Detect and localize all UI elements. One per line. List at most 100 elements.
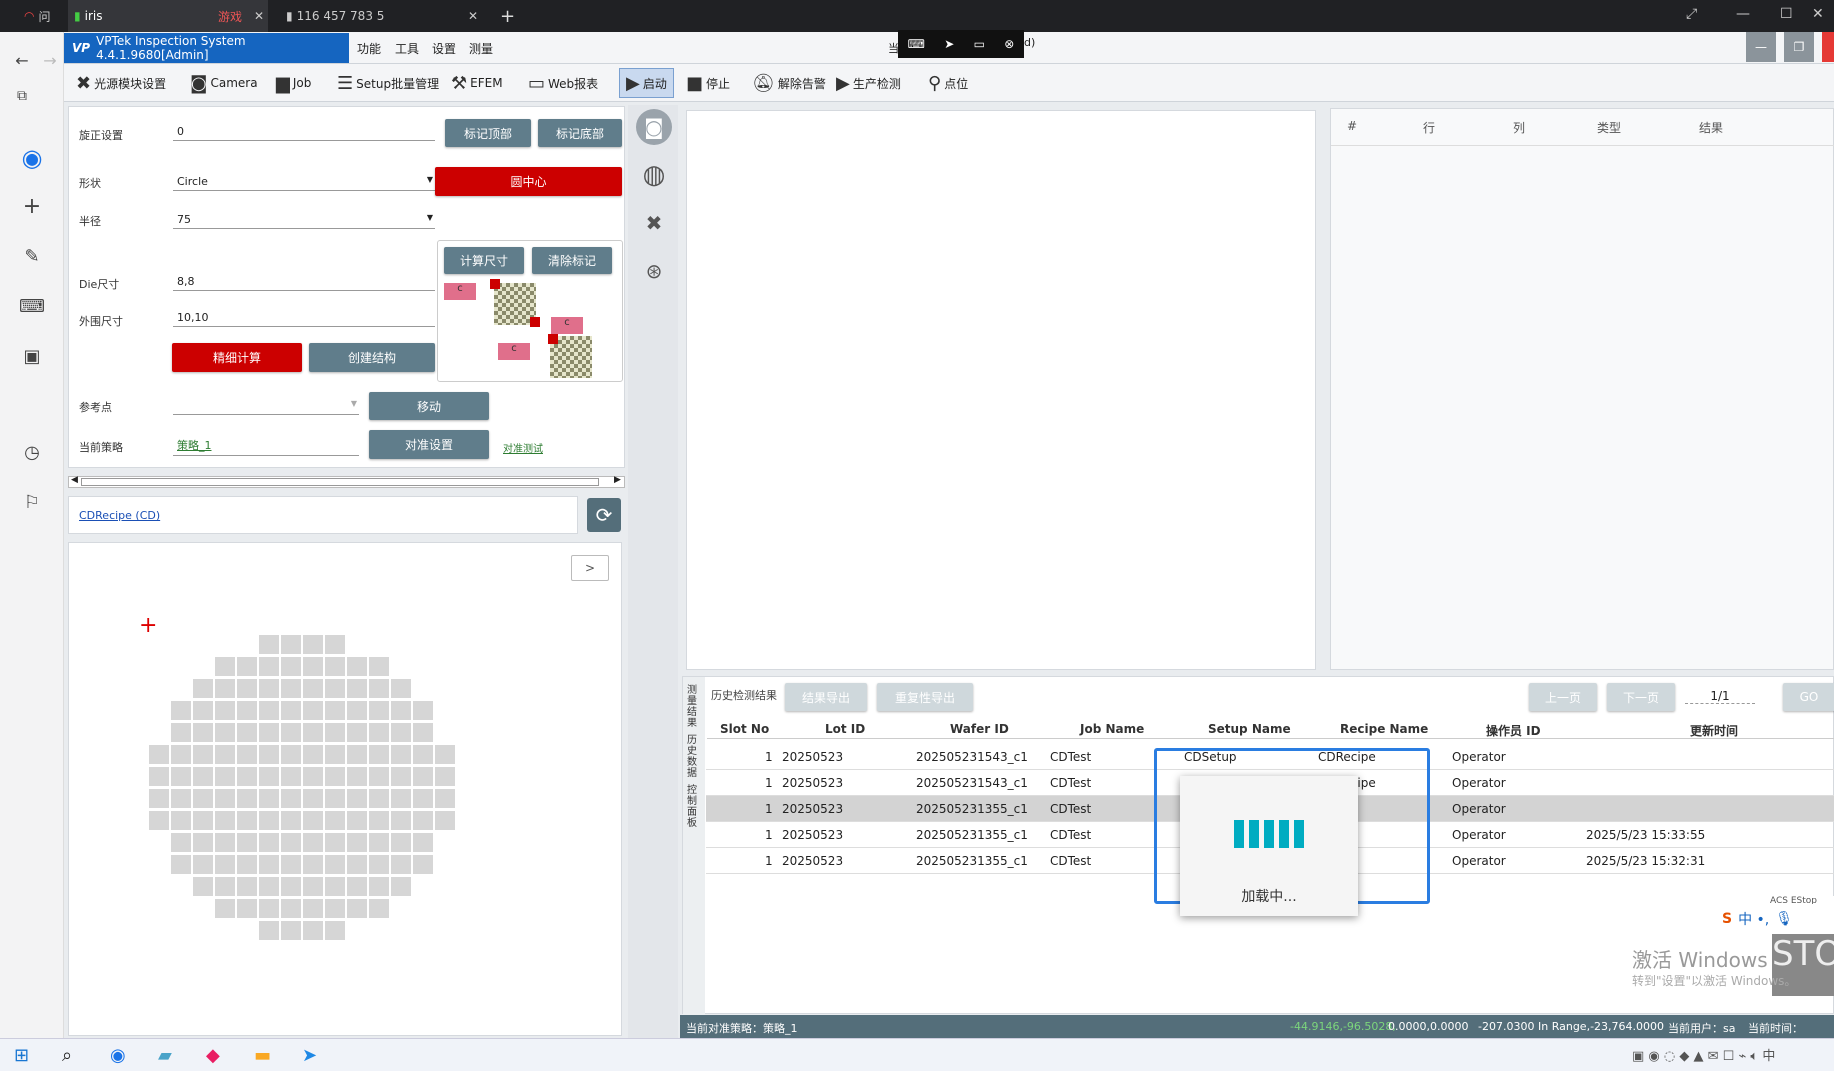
circle-center-button[interactable]: 圆中心 bbox=[435, 167, 622, 196]
browser-app-icon[interactable]: ◉ bbox=[110, 1045, 126, 1066]
move-button[interactable]: 移动 bbox=[369, 392, 489, 420]
die-cell[interactable] bbox=[259, 635, 279, 654]
back-icon[interactable]: ← bbox=[8, 46, 36, 74]
die-cell[interactable] bbox=[413, 811, 433, 830]
align-test-link[interactable]: 对准测试 bbox=[503, 440, 543, 455]
ime-bar[interactable]: S中 •, 🎙︎ bbox=[1718, 904, 1834, 934]
die-cell[interactable] bbox=[369, 877, 389, 896]
die-cell[interactable] bbox=[171, 767, 191, 786]
die-cell[interactable] bbox=[435, 745, 455, 764]
clear-mark-button[interactable]: 清除标记 bbox=[532, 247, 612, 274]
die-cell[interactable] bbox=[193, 767, 213, 786]
die-cell[interactable] bbox=[347, 899, 367, 918]
point-button[interactable]: ⚲ 点位 bbox=[928, 68, 968, 98]
scrollbar-thumb[interactable] bbox=[81, 478, 599, 486]
die-cell[interactable] bbox=[171, 723, 191, 742]
die-cell[interactable] bbox=[237, 679, 257, 698]
die-cell[interactable] bbox=[303, 701, 323, 720]
die-cell[interactable] bbox=[413, 745, 433, 764]
notepad-app-icon[interactable]: ▰ bbox=[158, 1045, 172, 1066]
tab-control-panel[interactable]: 控制面板 bbox=[687, 785, 701, 829]
die-cell[interactable] bbox=[259, 745, 279, 764]
die-cell[interactable] bbox=[347, 767, 367, 786]
die-cell[interactable] bbox=[303, 833, 323, 852]
light-module-settings-button[interactable]: ✖ 光源模块设置 bbox=[76, 68, 166, 98]
die-cell[interactable] bbox=[303, 855, 323, 874]
calc-size-button[interactable]: 计算尺寸 bbox=[444, 247, 524, 274]
die-cell[interactable] bbox=[281, 745, 301, 764]
die-cell[interactable] bbox=[391, 855, 411, 874]
die-cell[interactable] bbox=[303, 657, 323, 676]
go-button[interactable]: GO bbox=[1783, 683, 1834, 711]
die-cell[interactable] bbox=[215, 833, 235, 852]
die-cell[interactable] bbox=[281, 657, 301, 676]
die-cell[interactable] bbox=[281, 877, 301, 896]
die-cell[interactable] bbox=[171, 789, 191, 808]
start-button[interactable]: ▶ 启动 bbox=[619, 68, 674, 98]
die-cell[interactable] bbox=[193, 789, 213, 808]
production-inspect-button[interactable]: ▶ 生产检测 bbox=[836, 68, 901, 98]
forward-icon[interactable]: → bbox=[36, 46, 64, 74]
menu-tools[interactable]: 工具 bbox=[395, 40, 419, 57]
screen-icon[interactable]: ▭ bbox=[974, 37, 985, 51]
mark-top-button[interactable]: 标记顶部 bbox=[445, 119, 531, 147]
app-restore-button[interactable]: ❐ bbox=[1784, 32, 1814, 62]
die-cell[interactable] bbox=[215, 745, 235, 764]
die-cell[interactable] bbox=[325, 723, 345, 742]
die-cell[interactable] bbox=[325, 789, 345, 808]
die-cell[interactable] bbox=[435, 789, 455, 808]
die-cell[interactable] bbox=[391, 745, 411, 764]
browser-tab[interactable]: ▮ 116 457 783 5 ✕ bbox=[282, 0, 482, 32]
die-cell[interactable] bbox=[237, 657, 257, 676]
radius-select[interactable]: 75 ▼ bbox=[173, 211, 435, 229]
tab-history-data[interactable]: 历史数据 bbox=[687, 735, 701, 779]
system-tray[interactable]: ▣ ◉ ◌ ◆ ▲ ✉ ☐ ⌁ 🔈︎ 中 bbox=[1632, 1045, 1775, 1064]
folder-icon[interactable]: ▬ bbox=[254, 1045, 271, 1066]
minimize-icon[interactable]: — bbox=[1736, 6, 1750, 22]
horizontal-scrollbar[interactable]: ◀ ▶ bbox=[68, 475, 625, 488]
die-cell[interactable] bbox=[281, 767, 301, 786]
die-cell[interactable] bbox=[215, 701, 235, 720]
die-cell[interactable] bbox=[171, 745, 191, 764]
die-cell[interactable] bbox=[347, 811, 367, 830]
die-cell[interactable] bbox=[259, 833, 279, 852]
die-cell[interactable] bbox=[171, 811, 191, 830]
page-indicator[interactable]: 1/1 bbox=[1685, 689, 1755, 704]
keyboard-icon[interactable]: ⌨ bbox=[908, 37, 925, 51]
feishu-icon[interactable]: ➤ bbox=[302, 1045, 317, 1066]
assistant-icon[interactable]: ◉ bbox=[18, 144, 46, 172]
die-cell[interactable] bbox=[171, 701, 191, 720]
die-cell[interactable] bbox=[325, 921, 345, 940]
die-cell[interactable] bbox=[237, 789, 257, 808]
reference-point-select[interactable]: ▼ bbox=[173, 397, 359, 415]
menu-function[interactable]: 功能 bbox=[357, 40, 381, 57]
die-cell[interactable] bbox=[215, 877, 235, 896]
die-cell[interactable] bbox=[281, 701, 301, 720]
clear-alarm-button[interactable]: 🔕︎ 解除告警 bbox=[752, 68, 826, 98]
add-icon[interactable]: + bbox=[18, 192, 46, 220]
scroll-left-icon[interactable]: ◀ bbox=[71, 475, 78, 485]
new-tab-button[interactable]: + bbox=[500, 0, 515, 32]
die-cell[interactable] bbox=[347, 701, 367, 720]
die-cell[interactable] bbox=[259, 921, 279, 940]
die-cell[interactable] bbox=[391, 811, 411, 830]
die-cell[interactable] bbox=[325, 855, 345, 874]
die-cell[interactable] bbox=[281, 855, 301, 874]
die-cell[interactable] bbox=[303, 811, 323, 830]
fine-calc-button[interactable]: 精细计算 bbox=[172, 343, 302, 372]
die-cell[interactable] bbox=[215, 855, 235, 874]
die-cell[interactable] bbox=[325, 679, 345, 698]
die-cell[interactable] bbox=[369, 899, 389, 918]
die-cell[interactable] bbox=[281, 635, 301, 654]
die-cell[interactable] bbox=[281, 899, 301, 918]
wafer-icon[interactable]: ◍ bbox=[636, 157, 672, 193]
die-cell[interactable] bbox=[369, 811, 389, 830]
die-cell[interactable] bbox=[215, 899, 235, 918]
die-cell[interactable] bbox=[435, 811, 455, 830]
efem-button[interactable]: ⚒ EFEM bbox=[451, 68, 503, 98]
shape-select[interactable]: Circle ▼ bbox=[173, 173, 435, 191]
die-cell[interactable] bbox=[215, 811, 235, 830]
maximize-icon[interactable]: ☐ bbox=[1780, 6, 1793, 22]
die-cell[interactable] bbox=[237, 811, 257, 830]
die-cell[interactable] bbox=[237, 855, 257, 874]
